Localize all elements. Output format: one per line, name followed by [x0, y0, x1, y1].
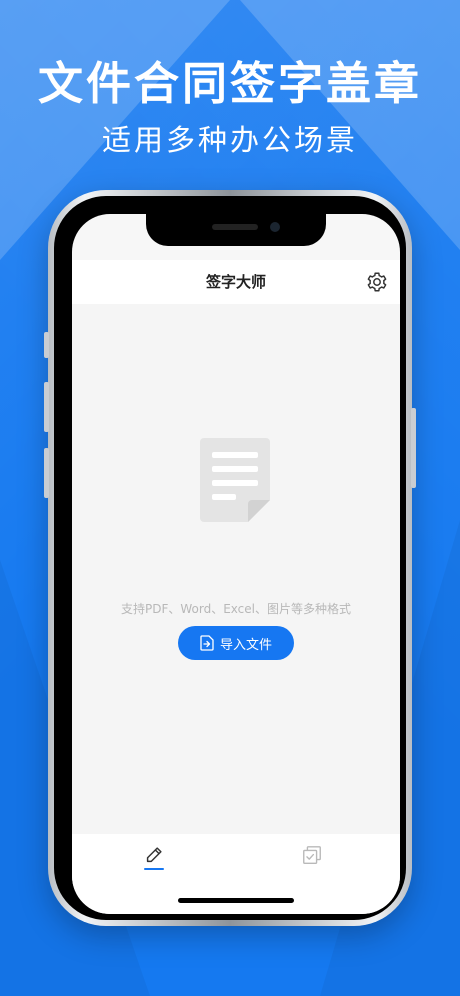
phone-mute-switch [44, 332, 49, 358]
import-file-button[interactable]: 导入文件 [178, 626, 294, 660]
phone-power-button [411, 408, 416, 488]
active-tab-indicator [144, 868, 164, 870]
speaker-grille [212, 224, 258, 230]
gear-icon[interactable] [366, 271, 388, 293]
app-header: 签字大师 [72, 260, 400, 304]
pen-icon [146, 847, 162, 863]
document-icon [200, 438, 270, 522]
app-title: 签字大师 [205, 273, 266, 291]
empty-state: 支持PDF、Word、Excel、图片等多种格式 导入文件 [72, 304, 400, 834]
tab-bar [72, 834, 400, 914]
import-file-label: 导入文件 [219, 637, 272, 653]
phone-bezel: 签字大师 支持PDF、Word、Excel、图片等多种格式 导入文件 [54, 196, 406, 920]
promo-title: 文件合同签字盖章 [37, 57, 422, 110]
front-camera [270, 222, 280, 232]
promo-subtitle: 适用多种办公场景 [101, 123, 358, 157]
document-check-icon [303, 846, 321, 864]
app-screen: 签字大师 支持PDF、Word、Excel、图片等多种格式 导入文件 [72, 214, 400, 914]
tab-documents[interactable] [292, 844, 332, 880]
tab-sign[interactable] [134, 844, 174, 880]
phone-notch [146, 214, 326, 246]
phone-mockup: 签字大师 支持PDF、Word、Excel、图片等多种格式 导入文件 [44, 190, 416, 926]
phone-volume-down-button [44, 448, 49, 498]
supported-formats-text: 支持PDF、Word、Excel、图片等多种格式 [120, 602, 351, 616]
file-import-icon [200, 635, 214, 651]
phone-volume-up-button [44, 382, 49, 432]
promo-page: 文件合同签字盖章 适用多种办公场景 签字大师 支持PDF、Word、Excel、… [0, 0, 460, 996]
home-indicator [178, 898, 294, 903]
